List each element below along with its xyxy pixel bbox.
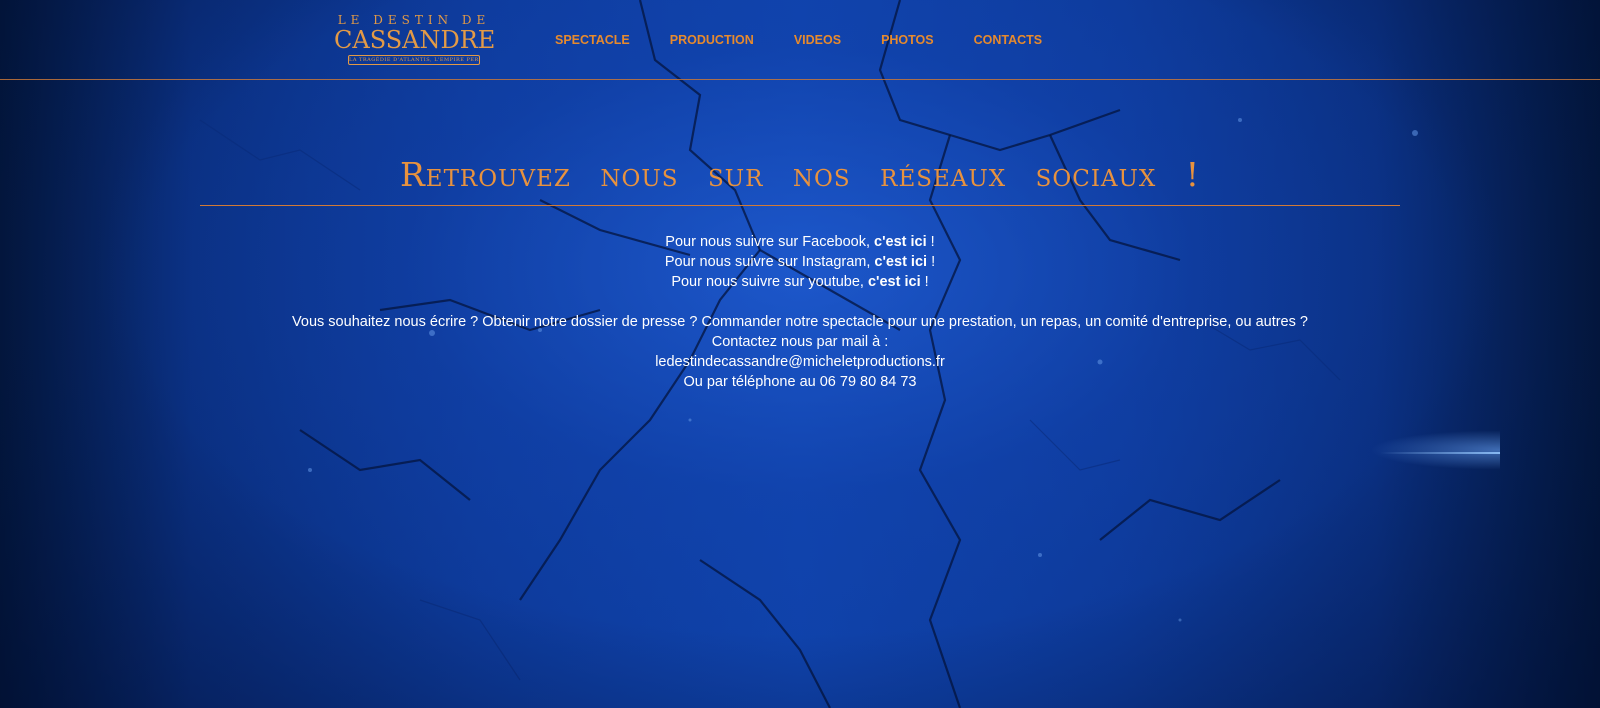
nav-item-contacts[interactable]: CONTACTS bbox=[974, 30, 1043, 50]
contact-intro: Vous souhaitez nous écrire ? Obtenir not… bbox=[292, 314, 1308, 330]
light-streak bbox=[1380, 452, 1500, 454]
contact-phone: Ou par téléphone au 06 79 80 84 73 bbox=[683, 374, 917, 390]
social-youtube-suffix: ! bbox=[920, 274, 929, 290]
social-facebook-suffix: ! bbox=[926, 234, 935, 250]
header-divider bbox=[0, 79, 1600, 80]
logo-main-text: CASSANDRE bbox=[334, 26, 496, 54]
social-line-youtube: Pour nous suivre sur youtube, c'est ici … bbox=[200, 272, 1400, 292]
site-header: LE DESTIN DE CASSANDRE LA TRAGÉDIE D'ATL… bbox=[0, 0, 1600, 80]
logo-banner: LA TRAGÉDIE D'ATLANTIS, L'EMPIRE PERDU bbox=[348, 55, 480, 65]
contact-mail-label: Contactez nous par mail à : bbox=[711, 334, 889, 350]
social-line-instagram: Pour nous suivre sur Instagram, c'est ic… bbox=[200, 252, 1400, 272]
nav-item-production[interactable]: PRODUCTION bbox=[670, 30, 754, 50]
facebook-link[interactable]: c'est ici bbox=[874, 234, 927, 250]
social-line-facebook: Pour nous suivre sur Facebook, c'est ici… bbox=[200, 232, 1400, 252]
social-instagram-suffix: ! bbox=[927, 254, 936, 270]
nav-item-videos[interactable]: VIDEOS bbox=[794, 30, 841, 50]
nav-item-spectacle[interactable]: SPECTACLE bbox=[555, 30, 630, 50]
youtube-link[interactable]: c'est ici bbox=[868, 274, 921, 290]
main-nav: SPECTACLE PRODUCTION VIDEOS PHOTOS CONTA… bbox=[555, 30, 1042, 50]
nav-item-photos[interactable]: PHOTOS bbox=[881, 30, 934, 50]
main-content: Pour nous suivre sur Facebook, c'est ici… bbox=[200, 232, 1400, 392]
social-instagram-text: Pour nous suivre sur Instagram, bbox=[664, 254, 875, 270]
social-facebook-text: Pour nous suivre sur Facebook, bbox=[665, 234, 875, 250]
instagram-link[interactable]: c'est ici bbox=[874, 254, 927, 270]
page-title: Retrouvez nous sur nos réseaux sociaux ! bbox=[399, 155, 1201, 194]
social-youtube-text: Pour nous suivre sur youtube, bbox=[671, 274, 868, 290]
light-glow bbox=[1370, 430, 1500, 470]
title-divider bbox=[200, 205, 1400, 206]
contact-email[interactable]: ledestindecassandre@micheletproductions.… bbox=[200, 352, 1400, 372]
site-logo[interactable]: LE DESTIN DE CASSANDRE LA TRAGÉDIE D'ATL… bbox=[334, 14, 496, 70]
